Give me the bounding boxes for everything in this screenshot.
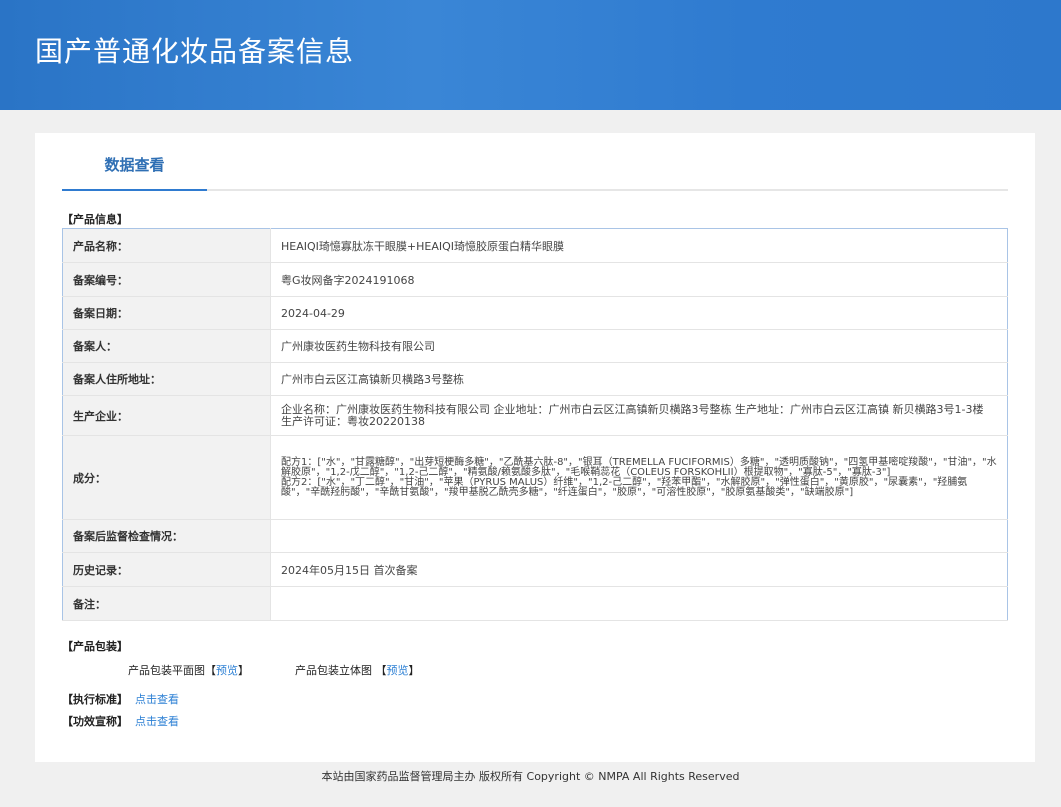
bracket: 】 <box>408 664 420 677</box>
row-label: 备案后监督检查情况： <box>62 519 271 553</box>
packaging-title: 【产品包装】 <box>62 640 128 653</box>
row-value: 2024-04-29 <box>270 296 1008 330</box>
header-banner: 国产普通化妆品备案信息 <box>0 0 1061 110</box>
product-info-table: 产品名称： HEAIQI琦憶寡肽冻干眼膜+HEAIQI琦憶胶原蛋白精华眼膜 备案编… <box>62 228 1008 621</box>
row-value: 广州市白云区江高镇新贝横路3号整栋 <box>270 362 1008 396</box>
formula-1: 配方1：["水"，"甘露糖醇"，"出芽短梗酶多糖"，"乙酰基六肽-8"，"银耳（… <box>281 456 997 478</box>
packaging-flat: 产品包装平面图【预览】 <box>128 662 249 678</box>
table-row: 备案后监督检查情况： <box>62 519 1008 553</box>
standard-row: 【执行标准】 点击查看 <box>62 691 179 707</box>
preview-flat-link[interactable]: 预览 <box>216 664 238 677</box>
page-title: 国产普通化妆品备案信息 <box>35 35 355 68</box>
row-label: 备案人： <box>62 329 271 363</box>
row-label: 备注： <box>62 586 271 621</box>
row-value: 粤G妆网备字2024191068 <box>270 262 1008 297</box>
bracket: 【 <box>375 664 387 677</box>
flat-label: 产品包装平面图 <box>128 664 205 677</box>
row-value: 企业名称：广州康妆医药生物科技有限公司 企业地址：广州市白云区江高镇新贝横路3号… <box>270 395 1008 436</box>
standard-view-link[interactable]: 点击查看 <box>135 693 179 706</box>
bracket: 【 <box>205 664 216 677</box>
efficacy-label: 【功效宣称】 <box>62 715 128 728</box>
row-value: HEAIQI琦憶寡肽冻干眼膜+HEAIQI琦憶胶原蛋白精华眼膜 <box>270 228 1008 263</box>
packaging-stereo: 产品包装立体图 【预览】 <box>295 662 420 678</box>
table-row: 备案人住所地址： 广州市白云区江高镇新贝横路3号整栋 <box>62 362 1008 396</box>
formula-2: 配方2：["水"，"丁二醇"，"甘油"，"苹果（PYRUS MALUS）纤维"，… <box>281 476 968 498</box>
table-row: 历史记录： 2024年05月15日 首次备案 <box>62 552 1008 587</box>
efficacy-view-link[interactable]: 点击查看 <box>135 715 179 728</box>
row-label: 备案人住所地址： <box>62 362 271 396</box>
bracket: 】 <box>238 664 249 677</box>
row-label: 历史记录： <box>62 552 271 587</box>
table-row: 备案编号： 粤G妆网备字2024191068 <box>62 262 1008 297</box>
table-row: 备案人： 广州康妆医药生物科技有限公司 <box>62 329 1008 363</box>
row-label: 成分： <box>62 435 271 520</box>
efficacy-row: 【功效宣称】 点击查看 <box>62 713 179 729</box>
table-row: 备注： <box>62 586 1008 621</box>
table-row: 备案日期： 2024-04-29 <box>62 296 1008 330</box>
tab-data-view[interactable]: 数据查看 <box>62 133 207 191</box>
preview-stereo-link[interactable]: 预览 <box>387 664 409 677</box>
table-row: 产品名称： HEAIQI琦憶寡肽冻干眼膜+HEAIQI琦憶胶原蛋白精华眼膜 <box>62 228 1008 263</box>
row-label: 备案编号： <box>62 262 271 297</box>
row-label: 备案日期： <box>62 296 271 330</box>
table-row: 成分： 配方1：["水"，"甘露糖醇"，"出芽短梗酶多糖"，"乙酰基六肽-8"，"… <box>62 435 1008 520</box>
row-label: 生产企业： <box>62 395 271 436</box>
row-value <box>270 586 1008 621</box>
ingredients-value: 配方1：["水"，"甘露糖醇"，"出芽短梗酶多糖"，"乙酰基六肽-8"，"银耳（… <box>270 435 1008 520</box>
row-label: 产品名称： <box>62 228 271 263</box>
row-value: 广州康妆医药生物科技有限公司 <box>270 329 1008 363</box>
row-value: 2024年05月15日 首次备案 <box>270 552 1008 587</box>
footer-copyright: 本站由国家药品监督管理局主办 版权所有 Copyright © NMPA All… <box>321 770 740 783</box>
tab-bar: 数据查看 <box>62 133 1008 191</box>
row-value <box>270 519 1008 553</box>
standard-label: 【执行标准】 <box>62 693 128 706</box>
product-info-title: 【产品信息】 <box>62 213 128 226</box>
content-panel: 数据查看 【产品信息】 产品名称： HEAIQI琦憶寡肽冻干眼膜+HEAIQI琦憶… <box>35 133 1035 762</box>
stereo-label: 产品包装立体图 <box>295 664 372 677</box>
table-row: 生产企业： 企业名称：广州康妆医药生物科技有限公司 企业地址：广州市白云区江高镇新… <box>62 395 1008 436</box>
